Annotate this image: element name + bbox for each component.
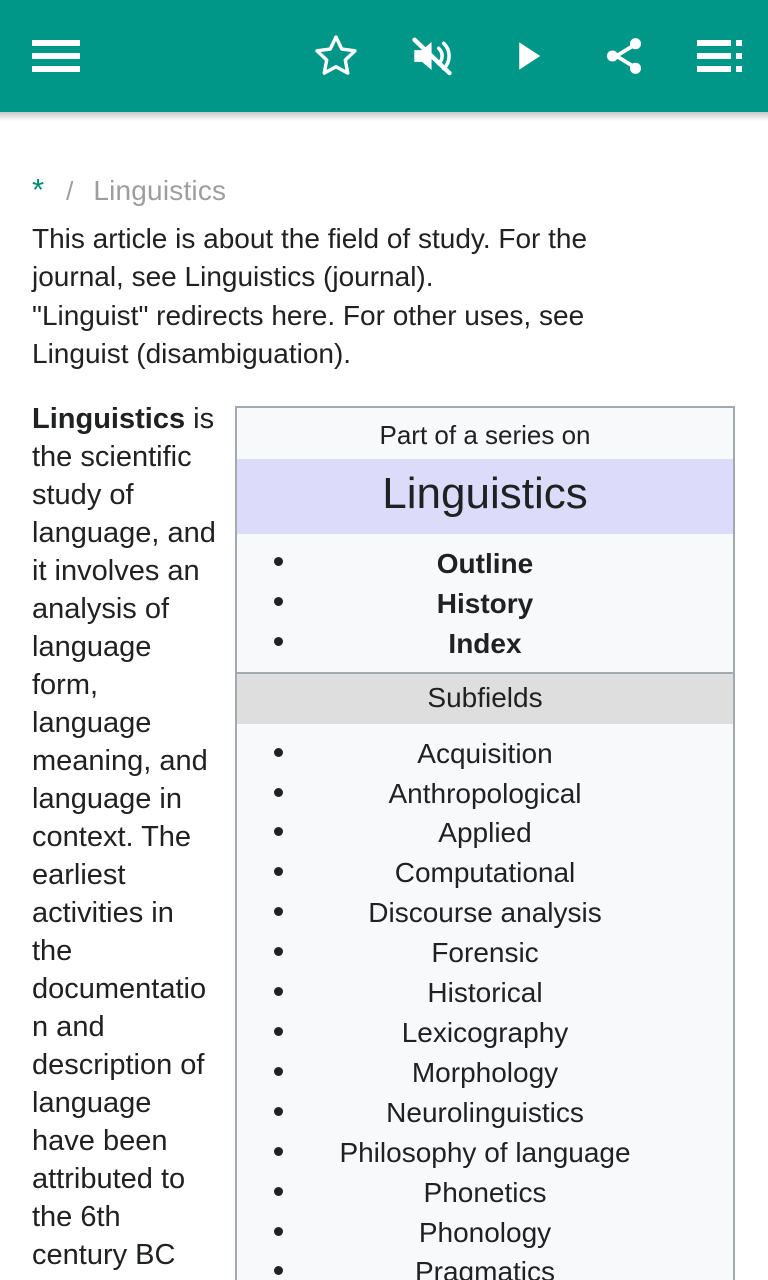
hamburger-menu-button[interactable] (0, 0, 112, 112)
subfield-acquisition: Acquisition (417, 737, 553, 769)
list-item[interactable]: Index (237, 624, 733, 664)
infobox-section-heading-subfields: Subfields (237, 671, 733, 724)
breadcrumb: * / Linguistics (0, 112, 768, 206)
subfield-phonology: Phonology (418, 1216, 552, 1248)
play-button[interactable] (480, 0, 576, 112)
hamburger-menu-icon (32, 38, 80, 74)
subfield-anthropological: Anthropological (388, 777, 582, 809)
list-item[interactable]: Neurolinguistics (237, 1093, 733, 1133)
breadcrumb-current-page: Linguistics (93, 175, 227, 206)
list-item[interactable]: Phonetics (237, 1173, 733, 1213)
infobox-top-links: Outline History Index (237, 534, 733, 672)
article-lead-paragraph: Linguistics is the scientific study of l… (32, 401, 218, 1280)
infobox-series-label: Part of a series on (379, 420, 591, 451)
list-item[interactable]: Pragmatics (237, 1252, 733, 1280)
subfield-discourse-analysis: Discourse analysis (368, 897, 602, 929)
list-item[interactable]: Forensic (237, 933, 733, 973)
article-lead-text: is the scientific study of language, and… (32, 403, 216, 1280)
breadcrumb-separator: / (66, 176, 74, 206)
list-item[interactable]: Morphology (237, 1053, 733, 1093)
share-button[interactable] (576, 0, 672, 112)
hatnote-disambiguation: "Linguist" redirects here. For other use… (32, 299, 585, 370)
infobox-link-index: Index (448, 627, 522, 659)
volume-mute-icon (407, 31, 457, 81)
infobox-link-history: History (436, 587, 534, 619)
subfield-lexicography: Lexicography (401, 1017, 569, 1049)
list-item[interactable]: Anthropological (237, 774, 733, 814)
list-item[interactable]: Acquisition (237, 734, 733, 774)
list-item[interactable]: Lexicography (237, 1013, 733, 1053)
subfield-neurolinguistics: Neurolinguistics (386, 1096, 584, 1128)
play-icon (507, 35, 549, 77)
hatnote-group: This article is about the field of study… (0, 220, 700, 373)
list-item[interactable]: Applied (237, 813, 733, 853)
list-item[interactable]: History (237, 584, 733, 624)
list-item[interactable]: Computational (237, 853, 733, 893)
bookmark-button[interactable] (288, 0, 384, 112)
table-of-contents-button[interactable] (672, 0, 768, 112)
subfield-morphology: Morphology (411, 1056, 559, 1088)
subfield-philosophy-of-language: Philosophy of language (339, 1136, 631, 1168)
list-item[interactable]: Discourse analysis (237, 893, 733, 933)
infobox-title: Linguistics (237, 459, 733, 534)
subfield-computational: Computational (394, 857, 576, 889)
share-icon (601, 33, 647, 79)
subfield-phonetics: Phonetics (423, 1176, 547, 1208)
article-lead-term: Linguistics (32, 403, 186, 436)
subfield-applied: Applied (438, 817, 532, 849)
list-item[interactable]: Philosophy of language (237, 1133, 733, 1173)
subfield-forensic: Forensic (431, 937, 539, 969)
mute-button[interactable] (384, 0, 480, 112)
star-outline-icon (312, 32, 360, 80)
list-item[interactable]: Phonology (237, 1213, 733, 1253)
list-item[interactable]: Outline (237, 544, 733, 584)
app-toolbar (0, 0, 768, 121)
list-item[interactable]: Historical (237, 973, 733, 1013)
breadcrumb-home-link[interactable]: * (32, 174, 44, 205)
subfield-historical: Historical (427, 977, 543, 1009)
infobox-link-outline: Outline (436, 547, 534, 579)
article-content: Linguistics is the scientific study of l… (0, 401, 768, 1280)
subfield-pragmatics: Pragmatics (414, 1256, 556, 1280)
hatnote-journal: This article is about the field of study… (32, 223, 588, 293)
table-of-contents-icon (697, 38, 743, 74)
series-infobox: Part of a series on Linguistics Outline … (235, 406, 735, 1280)
infobox-subfields-list: Acquisition Anthropological Applied Comp… (237, 724, 733, 1280)
